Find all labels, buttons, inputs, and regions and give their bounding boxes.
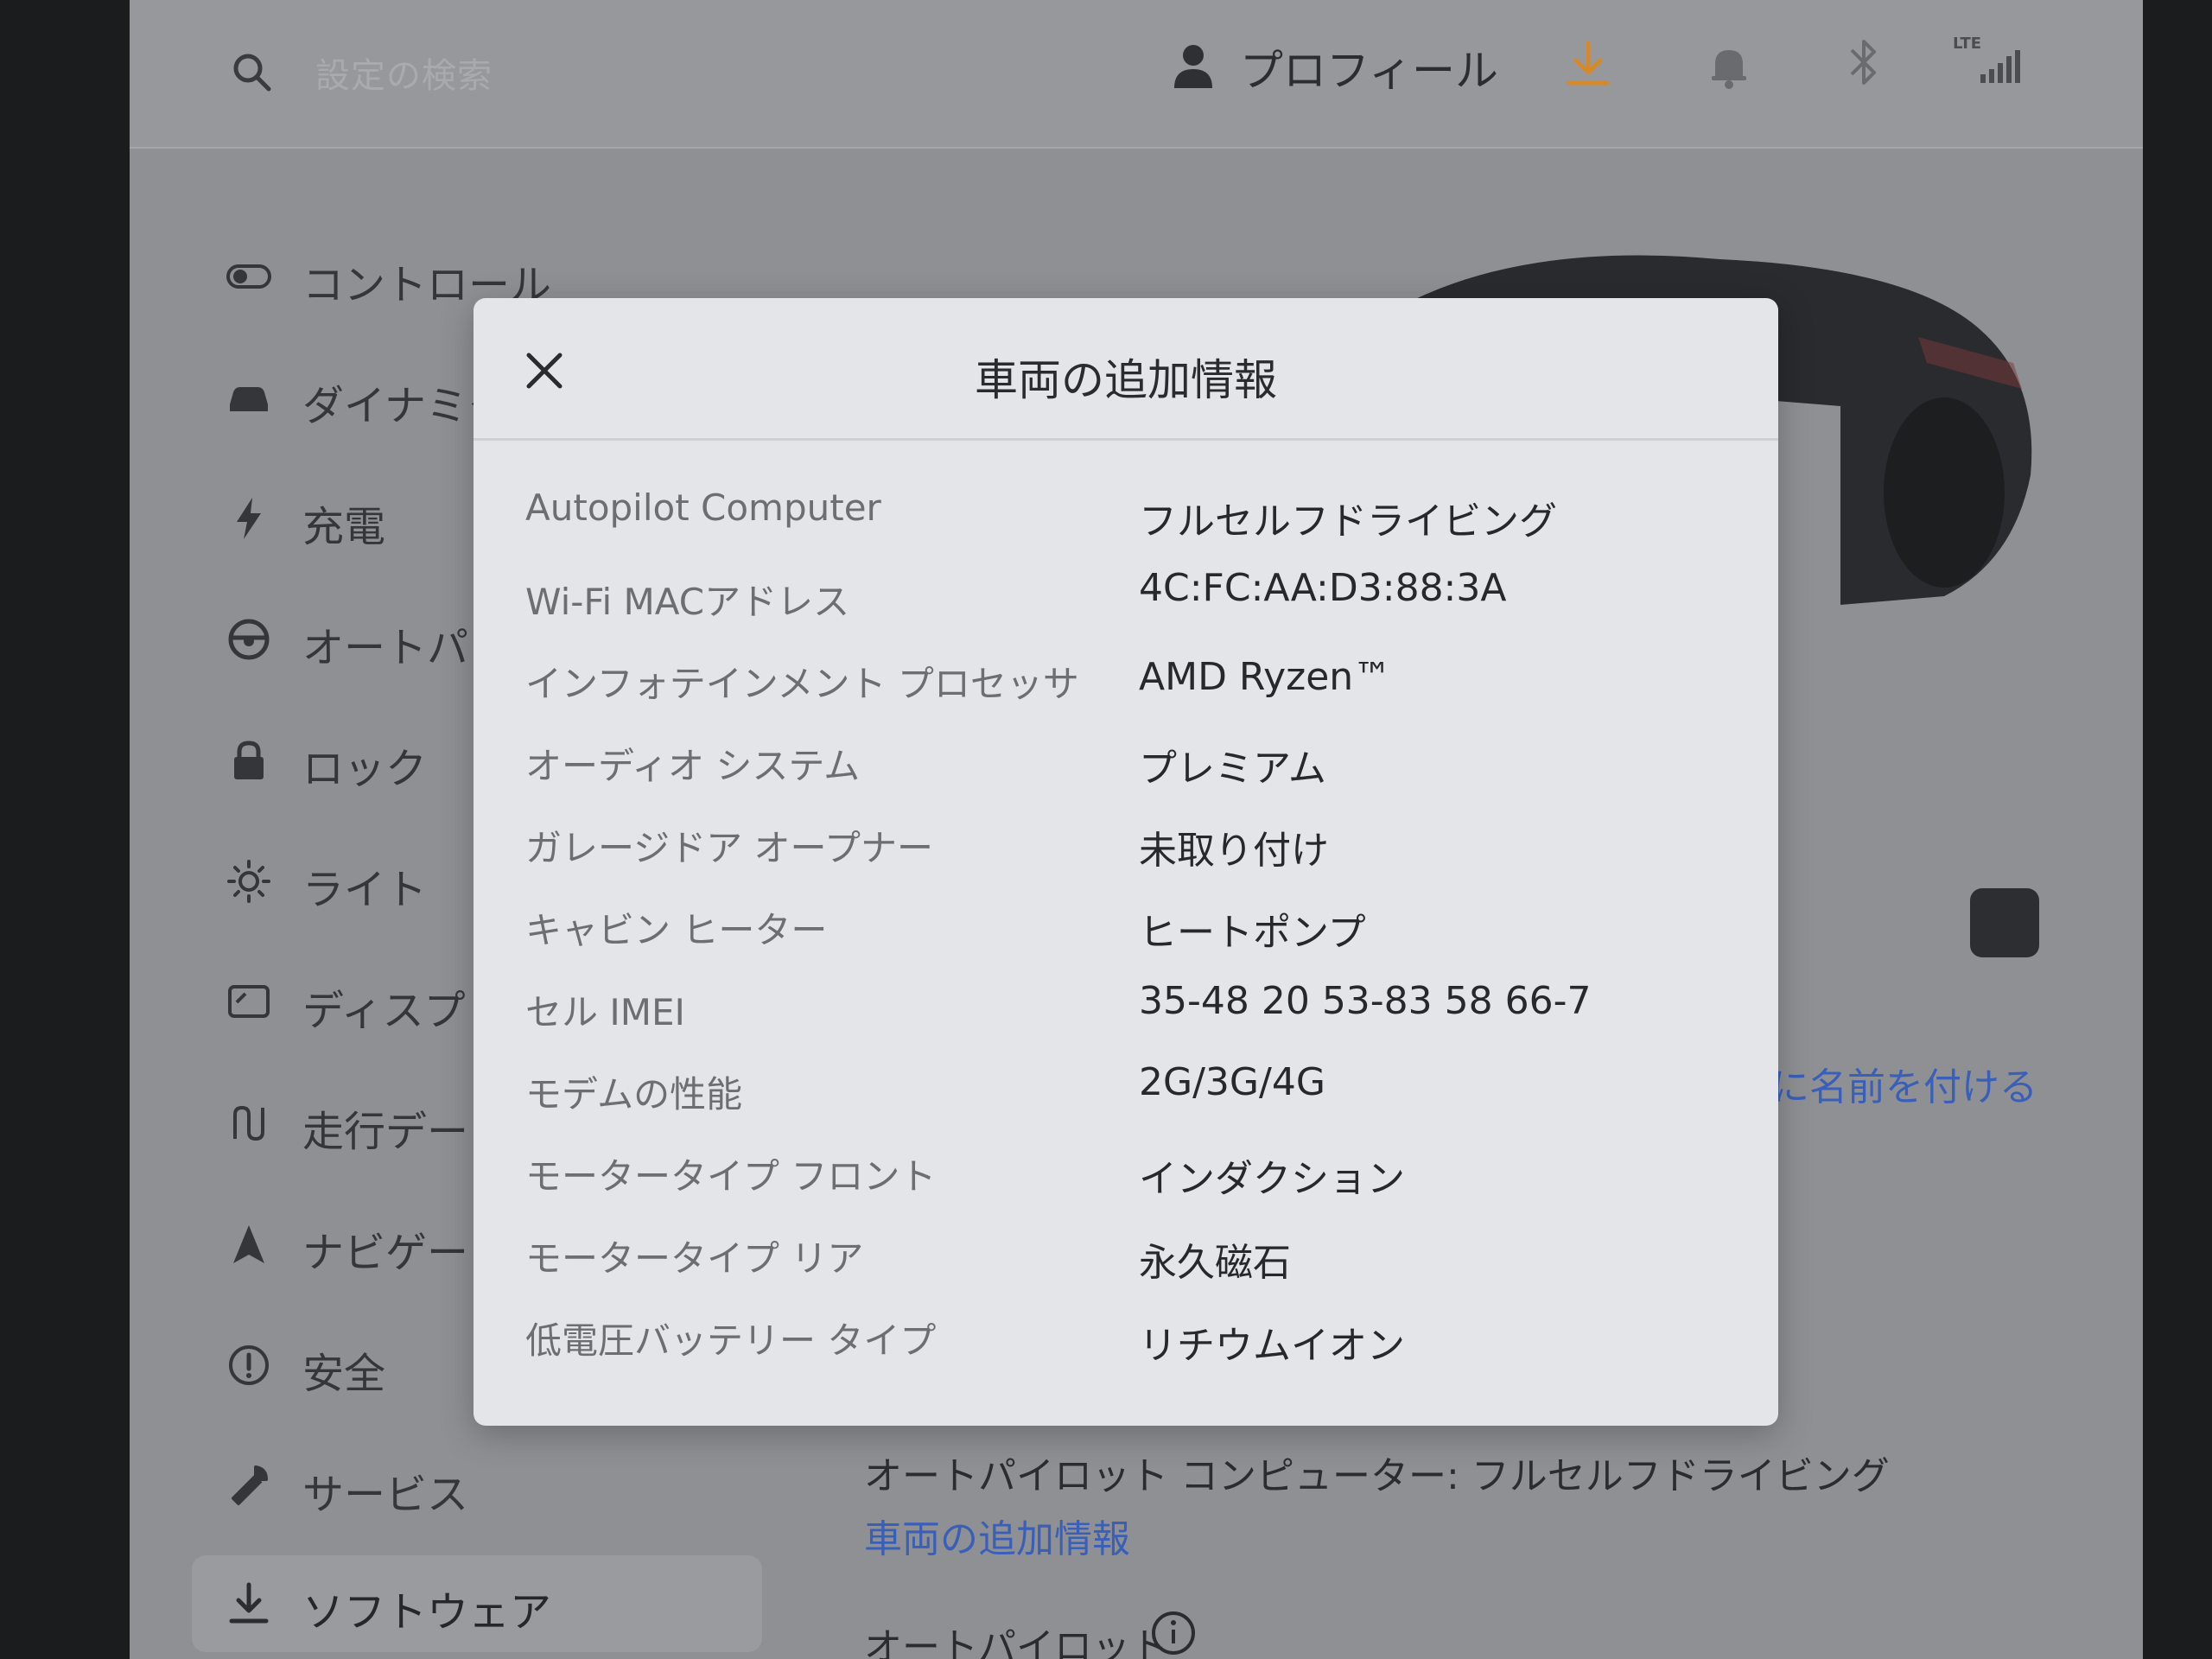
row-label: インフォテインメント プロセッサ [525,663,1079,705]
download-icon[interactable] [1564,40,1612,88]
row-value: AMD Ryzen™ [1139,655,1392,699]
sidebar-item-service[interactable]: サービス [216,1445,734,1522]
sidebar-item-software[interactable]: ソフトウェア [192,1555,762,1652]
trips-icon [233,1105,264,1141]
lightning-icon [237,498,261,539]
bluetooth-icon[interactable] [1845,36,1883,88]
download-icon [229,1582,269,1624]
cell-signal-icon [1980,50,2020,83]
vehicle-info-modal: 車両の追加情報 Autopilot Computer フルセルフドライビング W… [474,298,1778,1426]
row-value: 未取り付け [1139,829,1329,873]
sidebar-item-label: 走行デー [302,1108,469,1156]
sidebar-item-label: 充電 [302,503,386,551]
sidebar-item-label: ソフトウェア [302,1588,552,1637]
display-icon [228,985,270,1018]
row-label: モータータイプ フロント [525,1155,937,1198]
row-value: 永久磁石 [1139,1241,1291,1285]
row-value: リチウムイオン [1139,1324,1405,1368]
autopilot-section-heading: オートパイロット [864,1625,1168,1659]
alert-circle-icon [229,1345,269,1385]
info-icon[interactable] [1149,1609,1198,1657]
sidebar-item-label: 安全 [302,1350,386,1398]
row-label: モデムの性能 [525,1073,743,1116]
wrench-icon [232,1465,268,1505]
paint-color-swatch[interactable] [1970,888,2039,957]
row-value: 4C:FC:AA:D3:88:3A [1139,566,1507,610]
sidebar-item-label: ロック [302,745,428,793]
row-label: セル IMEI [525,991,685,1033]
row-value: 2G/3G/4G [1139,1060,1325,1104]
rename-vehicle-link[interactable]: に名前を付ける [1771,1056,2037,1111]
row-label: オーディオ システム [525,745,861,787]
modal-title: 車両の追加情報 [975,355,1277,405]
row-value: インダクション [1139,1157,1405,1201]
network-type-label: LTE [1953,35,1982,53]
search-icon[interactable] [230,50,275,95]
row-label: Wi-Fi MACアドレス [525,581,850,623]
sidebar-item-label: オートパ [302,624,469,672]
row-value: フルセルフドライビング [1139,499,1557,543]
steering-wheel-icon [228,619,270,660]
row-label: Autopilot Computer [525,486,881,529]
sidebar-item-label: サービス [302,1471,469,1519]
autopilot-computer-info: オートパイロット コンピューター: フルセルフドライビング [864,1454,1890,1498]
profile-icon[interactable] [1171,41,1216,90]
row-label: モータータイプ リア [525,1237,864,1280]
search-input[interactable]: 設定の検索 [315,48,493,98]
car-icon [230,387,268,411]
modal-header: 車両の追加情報 [474,298,1778,441]
row-label: ガレージドア オープナー [525,827,933,869]
close-icon[interactable] [524,350,565,391]
sidebar-item-label: ライト [302,866,428,914]
top-status-bar: 設定の検索 プロフィール LTE [130,0,2143,149]
sidebar-item-label: ナビゲー [302,1229,469,1277]
row-label: 低電圧バッテリー タイプ [525,1319,937,1362]
sun-icon [227,860,270,903]
bell-icon[interactable] [1707,41,1751,90]
toggle-icon [226,264,271,289]
lock-icon [234,741,264,779]
profile-button[interactable]: プロフィール [1240,36,1498,99]
row-value: プレミアム [1139,747,1326,791]
tesla-screen: 設定の検索 プロフィール LTE コントロール ダイナミク 充電 オートパ ロッ… [130,0,2143,1659]
navigation-icon [233,1225,264,1263]
row-value: ヒートポンプ [1139,911,1366,955]
additional-vehicle-info-link[interactable]: 車両の追加情報 [864,1508,1130,1563]
row-label: キャビン ヒーター [525,909,828,951]
row-value: 35-48 20 53-83 58 66-7 [1139,979,1592,1023]
